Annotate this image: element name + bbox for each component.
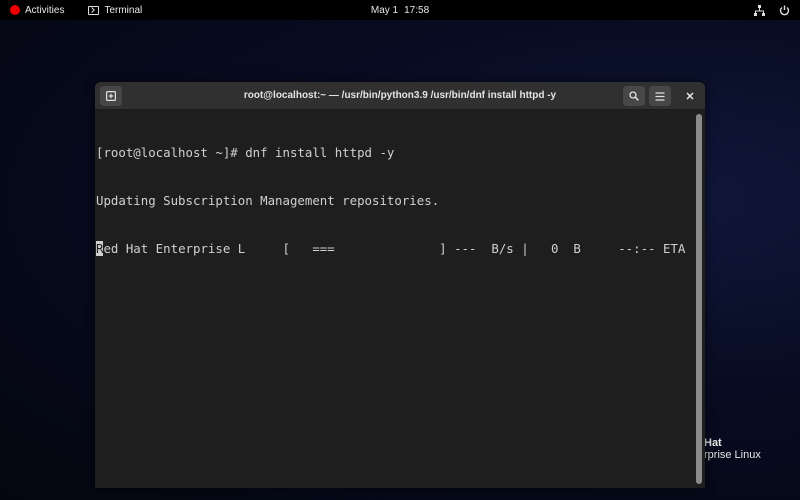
window-headerbar[interactable]: root@localhost:~ — /usr/bin/python3.9 /u… xyxy=(95,82,705,110)
terminal-icon xyxy=(88,5,100,15)
menu-icon xyxy=(655,91,665,101)
watermark-line-1: Hat xyxy=(704,437,722,449)
watermark-line-2: rprise Linux xyxy=(704,449,761,461)
terminal-line-status: Updating Subscription Management reposit… xyxy=(96,193,440,208)
activities-button[interactable]: Activities xyxy=(10,0,64,20)
window-title: root@localhost:~ — /usr/bin/python3.9 /u… xyxy=(243,90,557,101)
terminal-line-progress: Red Hat Enterprise L [ === ] --- B/s | 0… xyxy=(96,241,695,257)
top-bar: Activities Terminal May 1 17:58 xyxy=(0,0,800,20)
redhat-logo-icon xyxy=(10,5,20,15)
terminal-window: root@localhost:~ — /usr/bin/python3.9 /u… xyxy=(95,82,705,488)
desktop-watermark: Hat rprise Linux xyxy=(704,437,761,461)
new-tab-icon xyxy=(106,91,116,101)
terminal-output[interactable]: [root@localhost ~]# dnf install httpd -y… xyxy=(95,110,695,488)
clock-date: May 1 xyxy=(370,4,399,16)
app-menu[interactable]: Terminal xyxy=(88,0,142,20)
new-tab-button[interactable] xyxy=(100,86,122,106)
network-icon[interactable] xyxy=(754,4,765,16)
close-icon xyxy=(686,92,694,100)
system-tray[interactable] xyxy=(754,0,790,20)
search-icon xyxy=(629,91,639,101)
terminal-line-command: [root@localhost ~]# dnf install httpd -y xyxy=(96,145,395,160)
search-button[interactable] xyxy=(623,86,645,106)
power-icon[interactable] xyxy=(779,5,790,16)
menu-button[interactable] xyxy=(649,86,671,106)
terminal-scrollbar[interactable] xyxy=(696,114,702,484)
close-button[interactable] xyxy=(679,86,701,106)
app-menu-label: Terminal xyxy=(104,4,143,16)
progress-text: ed Hat Enterprise L [ === ] --- B/s | 0 … xyxy=(103,241,686,256)
clock-time: 17:58 xyxy=(404,4,430,16)
clock[interactable]: May 1 17:58 xyxy=(371,5,429,16)
activities-label: Activities xyxy=(25,4,65,16)
